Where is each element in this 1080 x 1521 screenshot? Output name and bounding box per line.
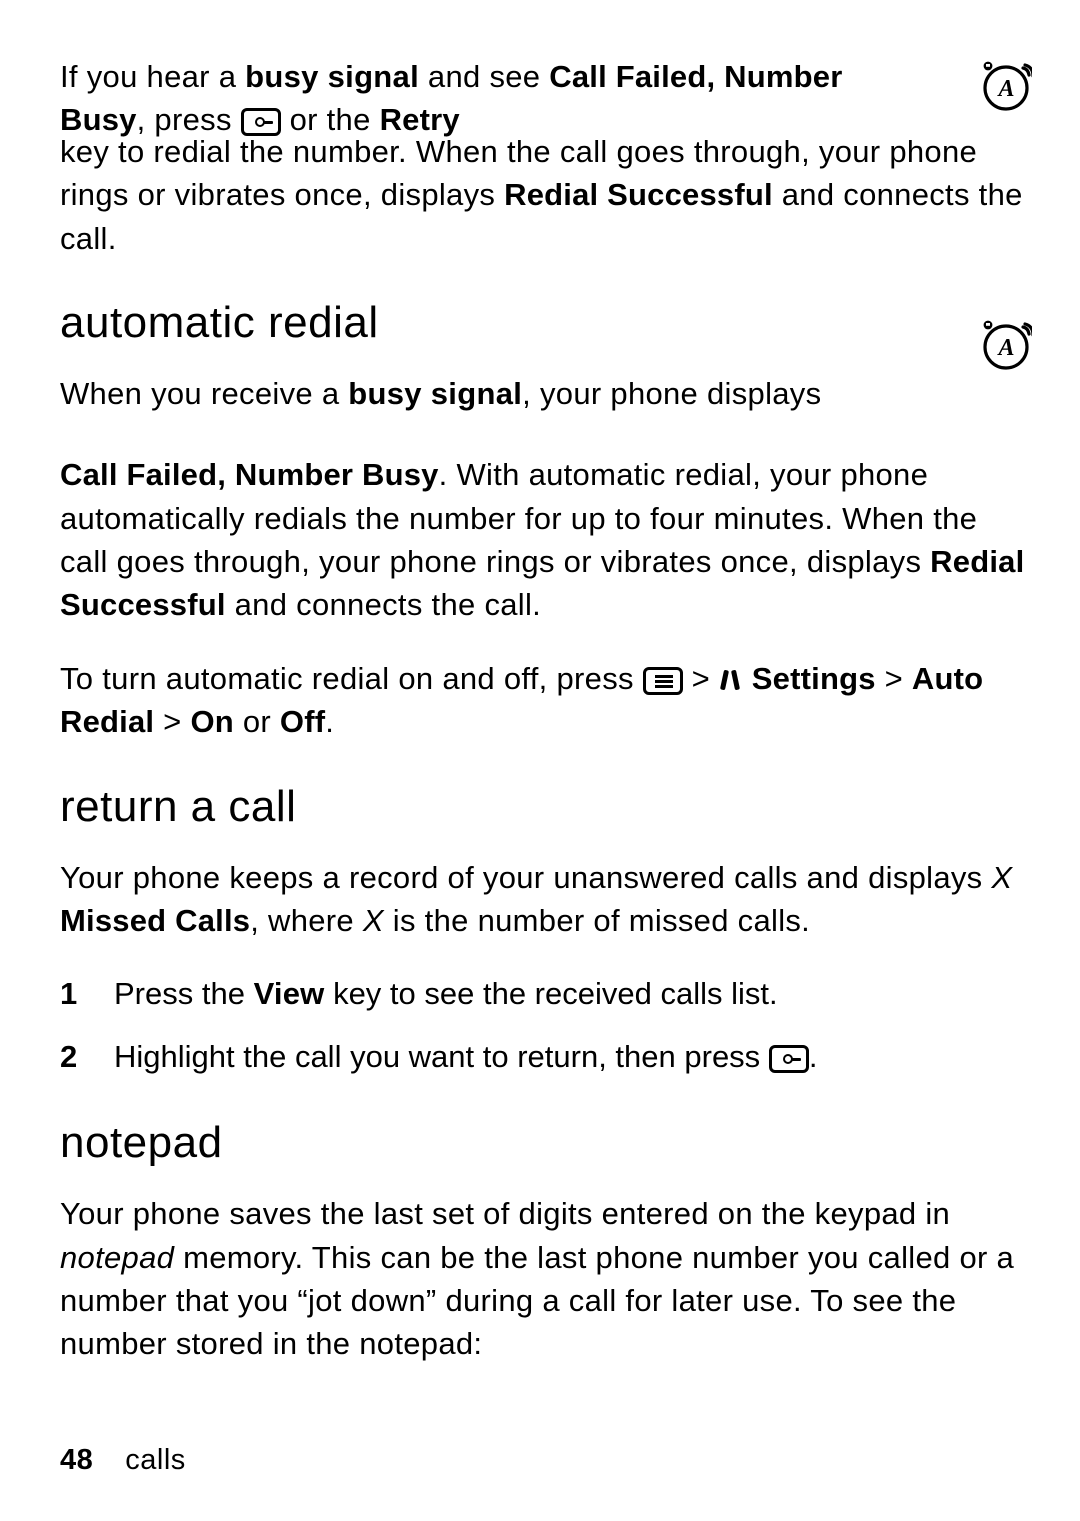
section-name: calls [125,1444,186,1476]
paragraph-busy-signal-b: key to redial the number. When the call … [60,130,1025,260]
page-number: 48 [60,1444,93,1476]
return-call-steps: Press the View key to see the received c… [60,972,1025,1080]
paragraph-auto-redial-1b: Call Failed, Number Busy. With automatic… [60,453,1025,627]
send-key-icon [769,1045,809,1073]
heading-return-a-call: return a call [60,782,1025,832]
heading-automatic-redial: automatic redial [60,298,1025,348]
step-1: Press the View key to see the received c… [60,972,1025,1017]
paragraph-notepad: Your phone saves the last set of digits … [60,1192,1025,1366]
manual-page: A If you hear a busy signal and see Call… [0,0,1080,1521]
paragraph-auto-redial-2: To turn automatic redial on and off, pre… [60,657,1025,744]
send-key-icon [241,108,281,136]
page-footer: 48 calls [60,1444,186,1477]
step-2: Highlight the call you want to return, t… [60,1035,1025,1080]
menu-key-icon [643,667,683,695]
heading-notepad: notepad [60,1118,1025,1168]
paragraph-busy-signal-a: If you hear a busy signal and see Call F… [60,55,1025,142]
svg-text:A: A [996,335,1014,361]
svg-text:A: A [996,76,1014,102]
settings-icon [719,667,743,695]
paragraph-return-call: Your phone keeps a record of your unansw… [60,856,1025,943]
accessibility-icon: A [976,315,1032,371]
paragraph-auto-redial-1a: When you receive a busy signal, your pho… [60,372,1025,465]
accessibility-icon: A [976,56,1032,112]
